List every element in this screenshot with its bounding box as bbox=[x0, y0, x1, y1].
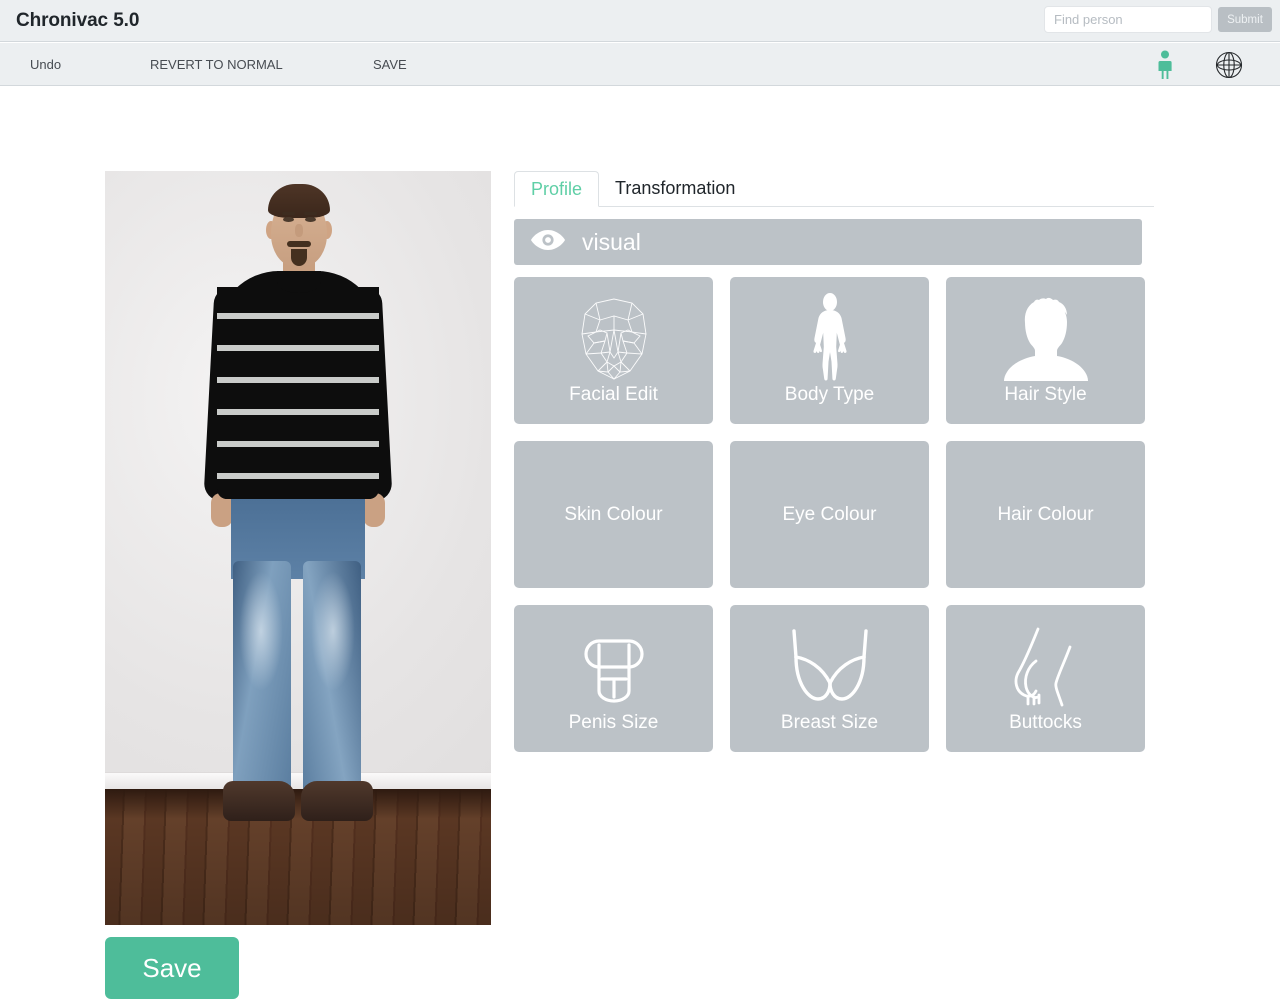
visual-section-header[interactable]: visual bbox=[514, 219, 1142, 265]
card-label: Penis Size bbox=[568, 712, 659, 733]
person-nose bbox=[295, 224, 303, 237]
photo-skirting bbox=[105, 772, 491, 789]
person-left-shoe bbox=[223, 781, 295, 821]
tab-transformation[interactable]: Transformation bbox=[599, 170, 751, 206]
person-left-brow bbox=[282, 212, 295, 215]
person-right-eye bbox=[305, 217, 316, 222]
toolbar: Undo REVERT TO NORMAL SAVE bbox=[0, 43, 1280, 86]
transformation-card-grid: Facial Edit Body Type Hair Style Skin Co… bbox=[514, 277, 1145, 752]
card-skin-colour[interactable]: Skin Colour bbox=[514, 441, 713, 588]
title-bar: Chronivac 5.0 Submit bbox=[0, 0, 1280, 42]
visual-label: visual bbox=[582, 228, 641, 255]
person-right-brow bbox=[304, 212, 317, 215]
penis-icon bbox=[575, 625, 653, 709]
eye-icon bbox=[530, 228, 566, 257]
card-breast-size[interactable]: Breast Size bbox=[730, 605, 929, 752]
bra-icon bbox=[778, 625, 882, 709]
person-photo bbox=[105, 171, 491, 925]
face-wireframe-icon bbox=[574, 297, 654, 381]
sweater-stripes bbox=[217, 287, 379, 499]
tab-profile[interactable]: Profile bbox=[514, 171, 600, 207]
card-buttocks[interactable]: Buttocks bbox=[946, 605, 1145, 752]
tab-bar: Profile Transformation bbox=[514, 171, 1154, 207]
save-button[interactable]: Save bbox=[105, 937, 239, 999]
card-label: Skin Colour bbox=[564, 504, 663, 525]
globe-icon[interactable] bbox=[1214, 50, 1244, 80]
save-menu-button[interactable]: SAVE bbox=[373, 43, 407, 86]
card-hair-style[interactable]: Hair Style bbox=[946, 277, 1145, 424]
person-left-eye bbox=[283, 217, 294, 222]
card-label: Facial Edit bbox=[569, 384, 658, 405]
card-label: Eye Colour bbox=[782, 504, 877, 525]
app-title: Chronivac 5.0 bbox=[16, 9, 140, 31]
card-label: Hair Colour bbox=[997, 504, 1094, 525]
person-icon[interactable] bbox=[1154, 50, 1176, 80]
toolbar-icon-group bbox=[1154, 43, 1280, 86]
editor-panel: Profile Transformation visual Facial Edi… bbox=[514, 171, 1154, 752]
card-label: Breast Size bbox=[780, 712, 879, 733]
undo-button[interactable]: Undo bbox=[30, 43, 61, 86]
jeans-fade-left bbox=[239, 571, 283, 691]
card-body-type[interactable]: Body Type bbox=[730, 277, 929, 424]
card-label: Body Type bbox=[784, 384, 875, 405]
card-label: Hair Style bbox=[1004, 384, 1087, 405]
revert-to-normal-button[interactable]: REVERT TO NORMAL bbox=[150, 43, 283, 86]
photo-panel bbox=[105, 171, 491, 925]
buttocks-icon bbox=[1006, 625, 1086, 709]
card-facial-edit[interactable]: Facial Edit bbox=[514, 277, 713, 424]
main-content: Save Profile Transformation visual Facia… bbox=[0, 87, 1280, 999]
card-hair-colour[interactable]: Hair Colour bbox=[946, 441, 1145, 588]
sweater-collar bbox=[277, 271, 321, 293]
card-penis-size[interactable]: Penis Size bbox=[514, 605, 713, 752]
body-silhouette-icon bbox=[804, 293, 856, 381]
person-right-shoe bbox=[301, 781, 373, 821]
hair-bust-icon bbox=[998, 297, 1094, 381]
find-person-input[interactable] bbox=[1044, 6, 1212, 33]
card-label: Buttocks bbox=[1009, 712, 1082, 733]
submit-button[interactable]: Submit bbox=[1218, 7, 1272, 32]
photo-floor bbox=[105, 789, 491, 925]
person-moustache bbox=[287, 241, 311, 247]
search-area: Submit bbox=[1044, 6, 1272, 33]
person-goatee bbox=[291, 249, 307, 266]
jeans-fade-right bbox=[311, 571, 355, 691]
card-eye-colour[interactable]: Eye Colour bbox=[730, 441, 929, 588]
